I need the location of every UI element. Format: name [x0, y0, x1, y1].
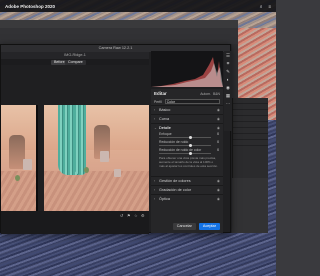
slider-noise-reduction[interactable]: Reducción de ruido 0: [151, 140, 223, 148]
heal-icon[interactable]: ✎: [226, 69, 231, 74]
profile-label: Perfil: [154, 99, 162, 104]
tool-strip: ☰ ⌗ ✎ ◐ ◉ ▦ ⋯: [224, 51, 232, 131]
star-icon[interactable]: ☆: [134, 214, 138, 218]
file-name: IMG-Ridge-1: [1, 52, 149, 59]
slider-knob[interactable]: [188, 144, 192, 147]
presets-icon[interactable]: ▦: [226, 93, 231, 98]
menu-bar: Adobe Photoshop 2020 ⌕ ≡: [0, 0, 276, 12]
detail-description: Para obtener una vista previa más precis…: [159, 156, 218, 168]
more-icon[interactable]: ⋯: [226, 101, 231, 106]
bw-button[interactable]: B&N: [213, 92, 220, 96]
ok-button[interactable]: Aceptar: [198, 222, 220, 230]
slider-knob[interactable]: [188, 136, 192, 139]
redeye-icon[interactable]: ◉: [226, 85, 231, 90]
dialog-status-bar: ↺ ⚑ ☆ ⚙: [1, 211, 149, 234]
section-basic[interactable]: › Básico ◉: [151, 105, 223, 114]
crop-icon[interactable]: ⌗: [226, 61, 231, 66]
preview-before[interactable]: [1, 105, 38, 211]
section-detail[interactable]: ⌄ Detalle ◉: [151, 123, 223, 132]
settings-icon[interactable]: ⚙: [141, 214, 145, 218]
eye-icon[interactable]: ◉: [217, 179, 220, 183]
photoshop-layers-panel: [232, 98, 268, 178]
profile-select[interactable]: Color: [164, 99, 220, 104]
slider-sharpening[interactable]: Enfoque 0: [151, 132, 223, 140]
tab-compare[interactable]: Compare: [65, 60, 86, 65]
photoshop-title: [0, 20, 238, 28]
auto-button[interactable]: Autom.: [200, 92, 211, 96]
slider-knob[interactable]: [188, 152, 192, 155]
slider-color-noise-reduction[interactable]: Reducción de ruido de color 0: [151, 148, 223, 156]
photoshop-options-bar: [0, 28, 238, 44]
menubar-icon-control[interactable]: ≡: [268, 4, 271, 9]
histogram: [151, 51, 223, 87]
section-color-grading[interactable]: › Gradación de color ◉: [151, 185, 223, 194]
camera-raw-dialog: Camera Raw 12.2.1 IMG-Ridge-1 Before Com…: [0, 44, 232, 234]
section-curve[interactable]: › Curva ◉: [151, 114, 223, 123]
section-optics[interactable]: › Óptica ◉: [151, 194, 223, 203]
eye-icon[interactable]: ◉: [217, 197, 220, 201]
menubar-icon-search[interactable]: ⌕: [260, 4, 263, 9]
edit-panel: Editar Autom. B&N Perfil Color › Básico …: [151, 89, 223, 233]
edit-panel-title: Editar: [154, 91, 167, 96]
app-name[interactable]: Adobe Photoshop 2020: [5, 4, 55, 9]
cancel-button[interactable]: Cancelar: [172, 222, 196, 230]
rotate-icon[interactable]: ↺: [120, 214, 124, 218]
eye-icon[interactable]: ◉: [217, 117, 220, 121]
eye-icon[interactable]: ◉: [217, 126, 220, 130]
photoshop-bottom-panel: [232, 178, 268, 233]
mask-icon[interactable]: ◐: [226, 77, 231, 82]
compare-tabs: Before Compare: [1, 59, 149, 65]
section-color-management[interactable]: › Gestión de colores ◉: [151, 176, 223, 185]
edit-icon[interactable]: ☰: [226, 53, 231, 58]
preview-after[interactable]: [44, 105, 149, 211]
eye-icon[interactable]: ◉: [217, 108, 220, 112]
eye-icon[interactable]: ◉: [217, 188, 220, 192]
flag-icon[interactable]: ⚑: [127, 214, 131, 218]
